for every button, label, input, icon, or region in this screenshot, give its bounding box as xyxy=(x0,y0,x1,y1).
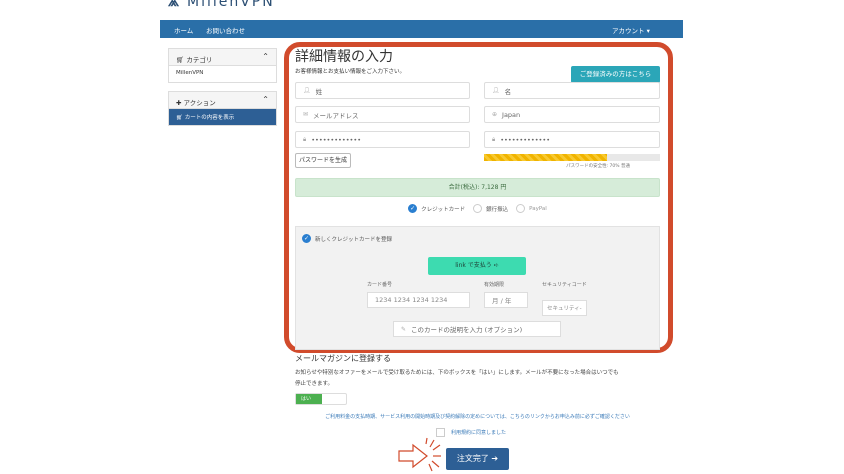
new-card-label: 新しくクレジットカードを登録 xyxy=(315,236,393,243)
payment-method-group: ✓ クレジットカード 銀行振込 PayPal xyxy=(295,204,660,213)
lock-icon: 🔒︎ xyxy=(303,135,307,143)
view-cart-label: カートの内容を表示 xyxy=(184,115,235,121)
lock-icon: 🔒︎ xyxy=(492,135,496,143)
nav-account[interactable]: アカウント ▾ xyxy=(612,25,650,35)
last-name-placeholder: 姓 xyxy=(315,87,323,96)
page-title: 詳細情報の入力 xyxy=(295,49,393,65)
expiry-label: 有効期限 xyxy=(484,282,505,288)
category-panel: 🛒︎ カテゴリ ⌃ MillenVPN xyxy=(168,48,277,83)
logo-mark-icon: ⩕ xyxy=(168,0,182,10)
card-description-placeholder: このカードの説明を入力 (オプション) xyxy=(411,326,523,334)
link-pay-button[interactable]: link で支払う ➪ xyxy=(428,257,526,275)
cvc-placeholder: セキュリティ- xyxy=(547,306,582,312)
chevron-up-icon: ⌃ xyxy=(262,95,269,104)
agree-terms-label: 利用規約に同意しました xyxy=(451,430,507,436)
category-item[interactable]: MillenVPN xyxy=(169,66,276,82)
page-subtitle: お客様情報とお支払い情報をご入力下さい。 xyxy=(295,69,406,75)
registered-login-button[interactable]: ご登録済みの方はこちら xyxy=(571,66,660,83)
nav-contact[interactable]: お問い合わせ xyxy=(206,25,245,35)
payment-paypal[interactable]: PayPal xyxy=(516,204,547,213)
password-strength-bar xyxy=(484,154,660,161)
password-value: ••••••••••••• xyxy=(311,135,362,144)
actions-header[interactable]: ✚ アクション ⌃ xyxy=(169,92,276,109)
first-name-placeholder: 名 xyxy=(504,87,512,96)
generate-password-button[interactable]: パスワードを生成 xyxy=(295,153,351,168)
navbar: ホーム お問い合わせ アカウント ▾ xyxy=(160,20,683,38)
card-description-input[interactable]: ✎ このカードの説明を入力 (オプション) xyxy=(393,321,561,337)
password-strength-label: パスワードの安全性: 70% 普通 xyxy=(566,164,630,169)
total-amount: 合計(税込): 7,128 円 xyxy=(295,178,660,197)
last-name-input[interactable]: 👤︎ 姓 xyxy=(295,82,470,99)
pointing-arrow-icon xyxy=(398,437,441,472)
payment-label: クレジットカード xyxy=(421,206,466,213)
actions-title: アクション xyxy=(183,99,216,107)
logo[interactable]: ⩕ MillenVPN xyxy=(168,0,275,10)
expiry-input[interactable]: 月 / 年 xyxy=(484,292,528,308)
logo-text: MillenVPN xyxy=(187,0,275,10)
cvc-label: セキュリティコード xyxy=(542,282,587,288)
category-header[interactable]: 🛒︎ カテゴリ ⌃ xyxy=(169,49,276,66)
country-select[interactable]: ⊕ Japan xyxy=(484,106,660,123)
cart-icon: 🛒︎ xyxy=(176,115,183,121)
pencil-icon: ✎ xyxy=(401,325,407,333)
card-number-label: カード番号 xyxy=(367,282,393,288)
complete-order-label: 注文完了 xyxy=(456,454,489,463)
complete-order-button[interactable]: 注文完了 ➔ xyxy=(446,448,509,470)
check-icon: ✓ xyxy=(408,204,418,213)
plus-icon: ✚ xyxy=(176,99,182,107)
payment-credit-card[interactable]: ✓ クレジットカード xyxy=(408,204,465,213)
view-cart-item[interactable]: 🛒︎ カートの内容を表示 xyxy=(169,109,276,125)
newsletter-toggle[interactable]: はい xyxy=(295,393,347,405)
password-confirm-value: ••••••••••••• xyxy=(500,135,551,144)
actions-panel: ✚ アクション ⌃ 🛒︎ カートの内容を表示 xyxy=(168,91,277,126)
chevron-up-icon: ⌃ xyxy=(262,52,269,61)
new-card-checkbox[interactable]: ✓ 新しくクレジットカードを登録 xyxy=(302,234,392,243)
check-icon: ✓ xyxy=(302,234,311,243)
radio-icon xyxy=(473,204,483,213)
payment-label: PayPal xyxy=(529,205,547,212)
checkbox-icon xyxy=(436,428,445,437)
newsletter-text: お知らせや特別なオファーをメールで受け取るためには、下のボックスを「はい」にしま… xyxy=(295,370,619,376)
payment-label: 銀行振込 xyxy=(486,206,509,213)
newsletter-title: メールマガジンに登録する xyxy=(295,354,391,363)
radio-icon xyxy=(516,204,526,213)
password-input[interactable]: 🔒︎ ••••••••••••• xyxy=(295,131,470,148)
toggle-on-label: はい xyxy=(296,394,322,404)
category-title: カテゴリ xyxy=(186,56,213,64)
terms-notice-link[interactable]: ご利用料金の支払時期、サービス利用の開始時期及び契約解除の定めについては、こちら… xyxy=(295,413,660,420)
nav-home[interactable]: ホーム xyxy=(174,25,193,35)
cvc-input[interactable]: セキュリティ- xyxy=(542,300,587,316)
card-number-placeholder: 1234 1234 1234 1234 xyxy=(375,296,448,304)
cart-icon: 🛒︎ xyxy=(176,56,185,64)
arrow-circle-right-icon: ➔ xyxy=(491,454,499,463)
password-confirm-input[interactable]: 🔒︎ ••••••••••••• xyxy=(484,131,660,148)
email-placeholder: メールアドレス xyxy=(313,111,359,120)
card-number-input[interactable]: 1234 1234 1234 1234 xyxy=(367,292,470,308)
country-value: Japan xyxy=(502,110,521,119)
email-input[interactable]: ✉ メールアドレス xyxy=(295,106,470,123)
envelope-icon: ✉ xyxy=(303,111,309,118)
first-name-input[interactable]: 👤︎ 名 xyxy=(484,82,660,99)
globe-icon: ⊕ xyxy=(492,111,498,118)
user-icon: 👤︎ xyxy=(492,87,500,94)
expiry-placeholder: 月 / 年 xyxy=(492,297,512,305)
password-strength-fill xyxy=(484,154,608,161)
agree-terms-checkbox[interactable]: 利用規約に同意しました xyxy=(436,428,506,437)
payment-bank-transfer[interactable]: 銀行振込 xyxy=(473,204,508,213)
user-icon: 👤︎ xyxy=(303,87,311,94)
newsletter-text-2: 停止できます。 xyxy=(295,381,333,387)
